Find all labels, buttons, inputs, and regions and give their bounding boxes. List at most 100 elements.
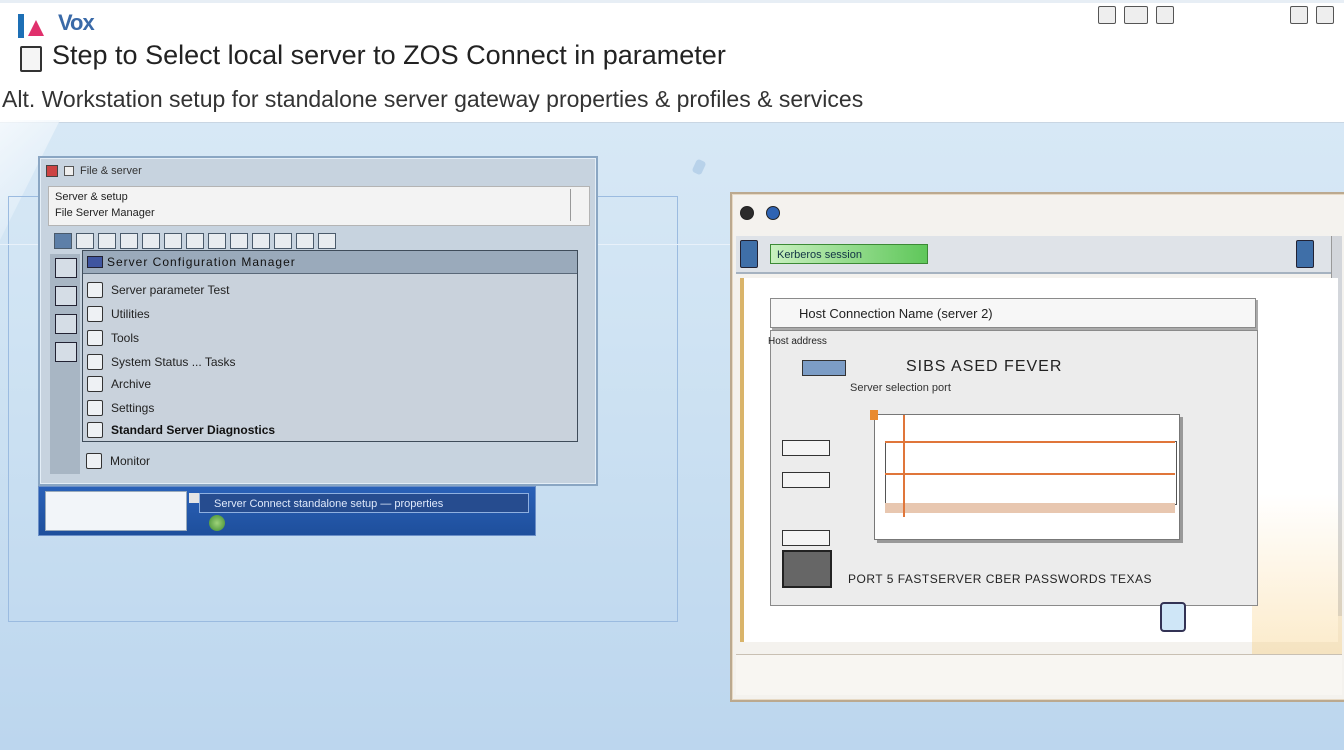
list-item-label: Server parameter Test <box>111 283 230 297</box>
timeline-line <box>885 473 1175 475</box>
minimize-icon[interactable] <box>766 206 780 220</box>
folder-icon <box>87 282 103 298</box>
brand-mark: Vox <box>58 10 95 35</box>
folder-icon <box>87 400 103 416</box>
right-window-bottom-bar <box>736 654 1342 695</box>
usb-icon[interactable] <box>1160 602 1186 632</box>
list-item[interactable]: System Status ... Tasks <box>87 353 236 371</box>
taskbar: Server Connect standalone setup — proper… <box>38 486 536 536</box>
folder-icon <box>87 354 103 370</box>
bg-dot <box>691 158 707 176</box>
folder-icon <box>87 306 103 322</box>
timeline-marker-line <box>903 415 905 517</box>
option-box[interactable] <box>782 472 830 488</box>
toolbar-open-icon[interactable] <box>76 233 94 249</box>
toolbar-find-icon[interactable] <box>186 233 204 249</box>
toolbar-help-icon[interactable] <box>318 233 336 249</box>
side-server-icon[interactable] <box>55 258 77 278</box>
diagnostics-icon <box>87 422 103 438</box>
left-side-rail <box>50 254 80 474</box>
taskbar-button[interactable]: Server Connect standalone setup — proper… <box>199 493 529 513</box>
toolbar-home-icon[interactable] <box>54 233 72 249</box>
list-item[interactable]: Monitor <box>86 452 150 470</box>
taskbar-small-icon <box>189 493 199 503</box>
list-item[interactable]: Settings <box>87 399 154 417</box>
left-window[interactable]: File & server Server & setup File Server… <box>38 156 598 486</box>
left-window-header: Server & setup File Server Manager <box>48 186 590 226</box>
list-item-label: Tools <box>111 331 140 345</box>
port-caption: Server selection port <box>850 382 951 394</box>
list-item-label: Archive <box>111 377 152 391</box>
list-item-label: Monitor <box>110 454 151 468</box>
list-item-label: Standard Server Diagnostics <box>111 423 276 437</box>
toolbar-cut-icon[interactable] <box>120 233 138 249</box>
selected-item-label: Server Configuration Manager <box>107 255 296 269</box>
page-headline: Step to Select local server to ZOS Conne… <box>52 40 726 70</box>
server-name-label: SIBS ASED FEVER <box>906 358 1063 375</box>
side-network-icon[interactable] <box>55 286 77 306</box>
list-item[interactable]: Archive <box>87 375 151 393</box>
right-toolbar: Kerberos session <box>736 236 1332 274</box>
minimize-icon[interactable] <box>64 166 74 176</box>
folder-icon <box>87 330 103 346</box>
top-banner: Vox Step to Select local server to ZOS C… <box>0 0 1344 123</box>
right-window[interactable]: Kerberos session Host Connection Name (s… <box>730 192 1344 702</box>
option-box[interactable] <box>782 530 830 546</box>
top-strip <box>0 0 1344 3</box>
menu-icon[interactable] <box>1290 6 1308 24</box>
toolbar-icon[interactable] <box>1124 6 1148 24</box>
header-line-2: File Server Manager <box>55 207 155 219</box>
toolbar-settings-icon[interactable] <box>296 233 314 249</box>
host-address-label: Host address <box>768 336 827 347</box>
list-item-label: Settings <box>111 401 155 415</box>
chart-icon[interactable] <box>1156 6 1174 24</box>
left-window-title: File & server <box>80 165 142 177</box>
left-toolbar-icon[interactable] <box>740 240 758 268</box>
status-orb-icon <box>209 515 225 531</box>
list-item[interactable]: Standard Server Diagnostics <box>87 421 275 439</box>
top-right-icons <box>1098 6 1334 24</box>
side-config-icon[interactable] <box>55 314 77 334</box>
toolbar-view-icon[interactable] <box>230 233 248 249</box>
toolbar-save-icon[interactable] <box>98 233 116 249</box>
list-item[interactable]: Server parameter Test <box>87 281 230 299</box>
header-scrollbar[interactable] <box>570 189 585 221</box>
footer-status: PORT 5 FASTSERVER CBER PASSWORDS TEXAS <box>848 572 1152 586</box>
timeline-marker[interactable] <box>870 410 878 420</box>
list-item[interactable]: Tools <box>87 329 139 347</box>
header-line-1: Server & setup <box>55 191 128 203</box>
toolbar-copy-icon[interactable] <box>142 233 160 249</box>
timeline-preview <box>874 414 1180 540</box>
left-toolbar <box>54 232 336 250</box>
toolbar-print-icon[interactable] <box>208 233 226 249</box>
selected-item-icon <box>87 256 103 268</box>
timeline-band <box>885 503 1175 513</box>
side-chart-icon[interactable] <box>55 342 77 362</box>
list-item-selected[interactable]: Server Configuration Manager <box>83 251 577 274</box>
left-list-panel: Server Configuration Manager Server para… <box>82 250 578 442</box>
option-box[interactable] <box>782 440 830 456</box>
app-icon <box>46 165 58 177</box>
folder-icon <box>87 376 103 392</box>
connection-name-field[interactable]: Host Connection Name (server 2) <box>770 298 1256 328</box>
toolbar-chart-icon[interactable] <box>274 233 292 249</box>
close-icon[interactable] <box>740 206 754 220</box>
settings-icon[interactable] <box>1316 6 1334 24</box>
document-icon <box>20 46 42 72</box>
window-icon[interactable] <box>1098 6 1116 24</box>
app-logo-icon <box>18 14 44 38</box>
session-tab[interactable]: Kerberos session <box>770 244 928 264</box>
option-dark-box[interactable] <box>782 550 832 588</box>
list-item-label: Utilities <box>111 307 150 321</box>
list-item[interactable]: Utilities <box>87 305 150 323</box>
left-window-titlebar[interactable]: File & server <box>46 162 142 180</box>
list-item-label: System Status ... Tasks <box>111 355 236 369</box>
right-toolbar-icon[interactable] <box>1296 240 1314 268</box>
monitor-icon <box>86 453 102 469</box>
toolbar-paste-icon[interactable] <box>164 233 182 249</box>
page-subline: Alt. Workstation setup for standalone se… <box>2 86 864 112</box>
timeline-line <box>885 441 1175 443</box>
taskbar-thumbnail[interactable] <box>45 491 187 531</box>
toolbar-grid-icon[interactable] <box>252 233 270 249</box>
host-select-button[interactable] <box>802 360 846 376</box>
